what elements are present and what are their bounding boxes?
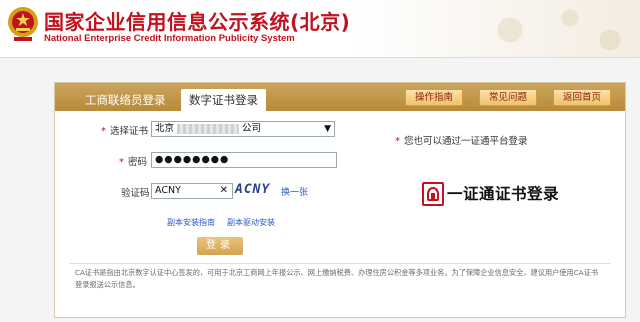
captcha-label: 验证码 [121,188,150,199]
captcha-input[interactable]: ACNY ✕ [151,183,233,199]
ca-note: CA证书是指由北京数字认证中心签发的，可用于北京工商网上年报公示、网上缴纳税费、… [75,268,599,289]
alt-login-hint: * 您也可以通过一证通平台登录 [395,133,528,147]
panel-divider [69,263,611,264]
home-button[interactable]: 返回首页 [553,89,611,106]
redacted-text [177,123,240,134]
site-header: 国家企业信用信息公示系统(北京) National Enterprise Cre… [0,0,640,58]
password-label-row: * 密码 [119,154,147,168]
tab-bar: 工商联络员登录 数字证书登录 操作指南 常见问题 返回首页 [55,83,625,111]
required-mark: * [395,136,400,147]
yizhengtong-logo-icon[interactable] [422,182,444,206]
captcha-image[interactable]: ACNY [235,180,275,200]
refresh-captcha-link[interactable]: 换一张 [281,185,308,198]
install-guide-link[interactable]: 副本安装指南 [167,217,215,228]
login-button[interactable]: 登录 [197,237,243,255]
national-emblem-icon [8,7,38,41]
tab-cert-login[interactable]: 数字证书登录 [181,89,266,111]
cert-value-suffix: 公司 [242,123,262,134]
password-label: 密码 [128,157,148,168]
cert-label-row: * 选择证书 [101,123,148,137]
alt-login-hint-text: 您也可以通过一证通平台登录 [404,136,528,147]
faq-button[interactable]: 常见问题 [479,89,537,106]
driver-install-link[interactable]: 副本驱动安装 [227,217,275,228]
tab-staff-login[interactable]: 工商联络员登录 [77,89,174,111]
login-panel: 工商联络员登录 数字证书登录 操作指南 常见问题 返回首页 * 选择证书 北京 公司… [54,82,626,318]
cert-label: 选择证书 [110,126,149,137]
password-input[interactable]: ●●●●●●●● [151,152,337,168]
site-title: 国家企业信用信息公示系统(北京) [44,10,351,34]
yizhengtong-login-link[interactable]: 一证通证书登录 [447,182,559,204]
logo-shape [431,193,435,201]
cert-value-prefix: 北京 [155,123,175,134]
guide-button[interactable]: 操作指南 [405,89,463,106]
required-mark: * [119,157,124,168]
required-mark: * [101,126,106,137]
captcha-value: ACNY [155,185,181,196]
header-divider [0,57,640,58]
clear-icon[interactable]: ✕ [220,184,228,198]
chevron-down-icon: ▼ [324,124,331,134]
header-decoration [480,0,640,58]
site-subtitle: National Enterprise Credit Information P… [44,33,295,44]
cert-select[interactable]: 北京 公司 ▼ [151,121,335,137]
